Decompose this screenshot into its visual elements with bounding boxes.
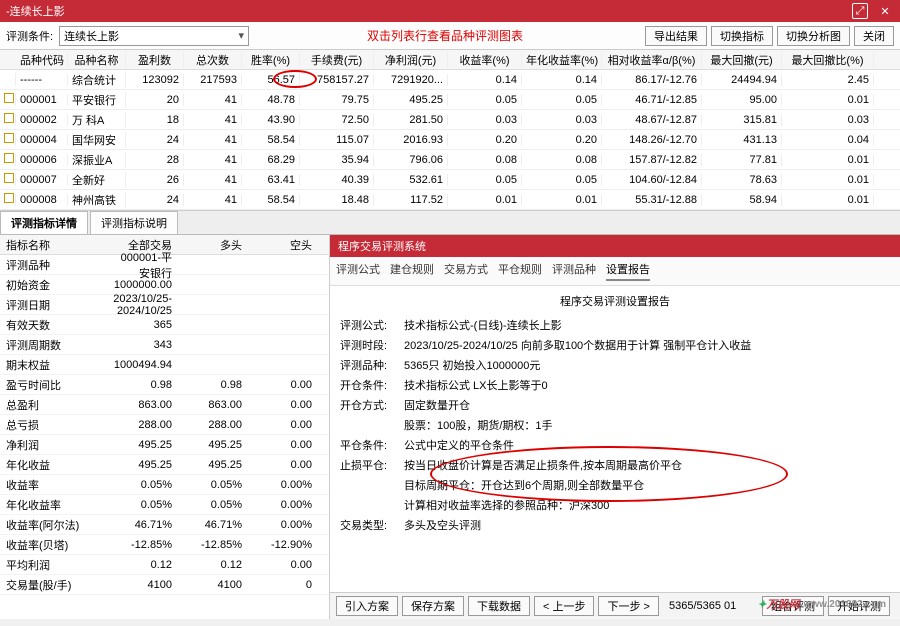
grid-header[interactable]: 收益率(%) [448, 52, 522, 68]
result-grid: 品种代码品种名称盈利数总次数胜率(%)手续费(元)净利润(元)收益率(%)年化收… [0, 50, 900, 211]
sub-tab[interactable]: 设置报告 [606, 261, 650, 281]
report-line: 开仓方式:固定数量开仓 [340, 396, 890, 416]
sub-tab[interactable]: 交易方式 [444, 261, 488, 281]
next-step-button[interactable]: 下一步 > [598, 596, 658, 616]
indicator-row[interactable]: 评测品种000001-平安银行 [0, 255, 329, 275]
save-plan-button[interactable]: 保存方案 [402, 596, 464, 616]
grid-header[interactable]: 最大回撤比(%) [782, 52, 874, 68]
grid-header[interactable]: 总次数 [184, 52, 242, 68]
report-line: 止损平仓:按当日收盘价计算是否满足止损条件,按本周期最高价平仓 [340, 456, 890, 476]
hint-text: 双击列表行查看品种评测图表 [249, 27, 641, 44]
system-panel-title: 程序交易评测系统 [330, 235, 900, 257]
row-icon [4, 133, 14, 143]
report-line: 目标周期平仓：开仓达到6个周期,则全部数量平仓 [340, 476, 890, 496]
table-row[interactable]: 000007全新好264163.4140.39532.610.050.05104… [0, 170, 900, 190]
indicator-row[interactable]: 年化收益495.25495.250.00 [0, 455, 329, 475]
indicator-row[interactable]: 期末权益1000494.94 [0, 355, 329, 375]
indicator-row[interactable]: 收益率(阿尔法)46.71%46.71%0.00% [0, 515, 329, 535]
grid-header[interactable]: 胜率(%) [242, 52, 300, 68]
table-row[interactable]: 000008神州高铁244158.5418.48117.520.010.0155… [0, 190, 900, 210]
row-icon [4, 193, 14, 203]
grid-header[interactable]: 手续费(元) [300, 52, 374, 68]
eval-condition-label: 评测条件: [6, 28, 53, 44]
row-icon [4, 113, 14, 123]
grid-header[interactable]: 品种名称 [68, 52, 126, 68]
expand-icon[interactable]: ⤢ [852, 3, 868, 19]
sub-tab[interactable]: 平仓规则 [498, 261, 542, 281]
condition-combo[interactable]: 连续长上影 [59, 26, 249, 46]
indicator-row[interactable]: 评测日期2023/10/25-2024/10/25 [0, 295, 329, 315]
tab-detail[interactable]: 评测指标详情 [0, 211, 88, 234]
tab-desc[interactable]: 评测指标说明 [90, 211, 178, 234]
grid-header[interactable]: 年化收益率(%) [522, 52, 602, 68]
start-eval-button[interactable]: 开始评测 [828, 596, 890, 616]
indicator-row[interactable]: 评测周期数343 [0, 335, 329, 355]
indicator-row[interactable]: 总亏损288.00288.000.00 [0, 415, 329, 435]
window-title: -连续长上影 [6, 3, 876, 19]
close-button[interactable]: 关闭 [854, 26, 894, 46]
status-text: 5365/5365 01 [669, 600, 736, 612]
report-line: 评测时段:2023/10/25-2024/10/25 向前多取100个数据用于计… [340, 336, 890, 356]
table-row[interactable]: 000001平安银行204148.7879.75495.250.050.0546… [0, 90, 900, 110]
table-row[interactable]: ------综合统计12309221759356.57758157.277291… [0, 70, 900, 90]
left-header: 多头 [180, 237, 250, 253]
report-line: 平仓条件:公式中定义的平仓条件 [340, 436, 890, 456]
switch-chart-button[interactable]: 切换分析图 [777, 26, 850, 46]
sub-tab[interactable]: 评测品种 [552, 261, 596, 281]
report-line: 评测公式:技术指标公式-(日线)-连续长上影 [340, 316, 890, 336]
report-line: 股票：100股，期货/期权：1手 [340, 416, 890, 436]
combo-eval-button[interactable]: 组合评测 [762, 596, 824, 616]
report-line: 评测品种:5365只 初始投入1000000元 [340, 356, 890, 376]
report-line: 交易类型:多头及空头评测 [340, 516, 890, 536]
indicator-row[interactable]: 收益率0.05%0.05%0.00% [0, 475, 329, 495]
indicator-row[interactable]: 有效天数365 [0, 315, 329, 335]
report-area: 程序交易评测设置报告 评测公式:技术指标公式-(日线)-连续长上影评测时段:20… [330, 286, 900, 592]
indicator-row[interactable]: 盈亏时间比0.980.980.00 [0, 375, 329, 395]
grid-header[interactable]: 盈利数 [126, 52, 184, 68]
left-header: 空头 [250, 237, 320, 253]
indicator-row[interactable]: 平均利润0.120.120.00 [0, 555, 329, 575]
grid-header[interactable]: 净利润(元) [374, 52, 448, 68]
condition-combo-value: 连续长上影 [64, 28, 119, 44]
prev-step-button[interactable]: < 上一步 [534, 596, 594, 616]
close-icon[interactable]: ✕ [876, 2, 894, 20]
indicator-row[interactable]: 净利润495.25495.250.00 [0, 435, 329, 455]
left-header: 指标名称 [0, 237, 110, 253]
export-button[interactable]: 导出结果 [645, 26, 707, 46]
indicator-row[interactable]: 总盈利863.00863.000.00 [0, 395, 329, 415]
row-icon [4, 93, 14, 103]
download-data-button[interactable]: 下载数据 [468, 596, 530, 616]
report-line: 开仓条件:技术指标公式 LX长上影等于0 [340, 376, 890, 396]
import-plan-button[interactable]: 引入方案 [336, 596, 398, 616]
grid-header[interactable]: 最大回撤(元) [702, 52, 782, 68]
report-line: 计算相对收益率选择的参照品种：沪深300 [340, 496, 890, 516]
indicator-detail-panel: 指标名称全部交易多头空头 评测品种000001-平安银行初始资金1000000.… [0, 235, 330, 619]
table-row[interactable]: 000002万 科A184143.9072.50281.500.030.0348… [0, 110, 900, 130]
table-row[interactable]: 000006深振业A284168.2935.94796.060.080.0815… [0, 150, 900, 170]
indicator-row[interactable]: 收益率(贝塔)-12.85%-12.85%-12.90% [0, 535, 329, 555]
switch-indicator-button[interactable]: 切换指标 [711, 26, 773, 46]
grid-header[interactable]: 相对收益率α/β(%) [602, 52, 702, 68]
row-icon [4, 173, 14, 183]
report-title: 程序交易评测设置报告 [340, 292, 890, 312]
sub-tab[interactable]: 评测公式 [336, 261, 380, 281]
indicator-row[interactable]: 交易量(股/手)410041000 [0, 575, 329, 595]
sub-tab[interactable]: 建仓规则 [390, 261, 434, 281]
row-icon [4, 153, 14, 163]
grid-header[interactable]: 品种代码 [16, 52, 68, 68]
indicator-row[interactable]: 年化收益率0.05%0.05%0.00% [0, 495, 329, 515]
table-row[interactable]: 000004国华网安244158.54115.072016.930.200.20… [0, 130, 900, 150]
